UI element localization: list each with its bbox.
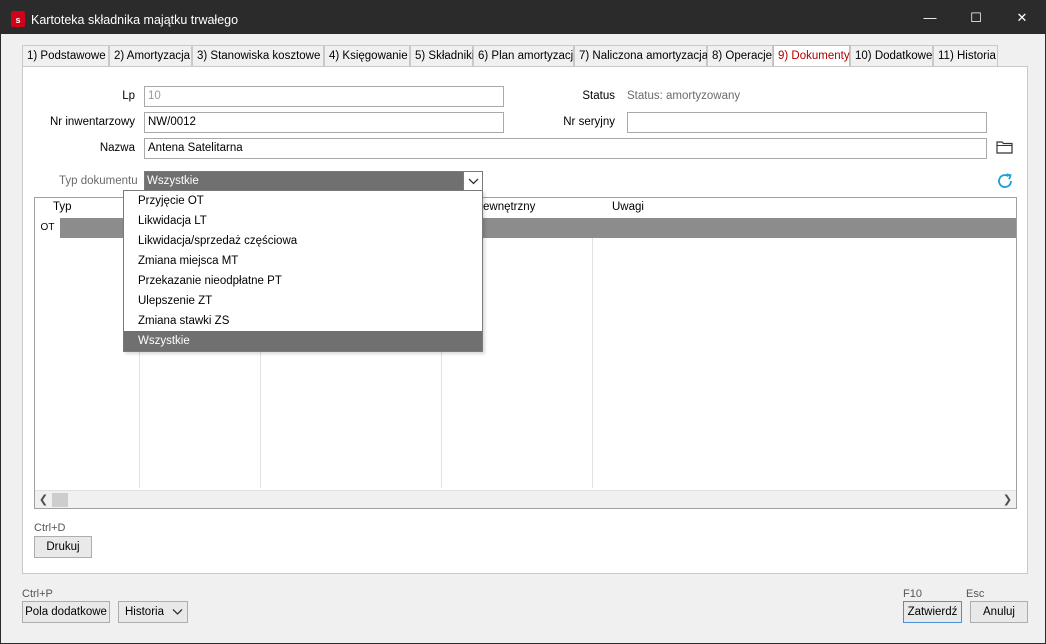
option-przyjecie-ot[interactable]: Przyjęcie OT <box>124 191 482 211</box>
historia-dropdown-button[interactable]: Historia <box>118 601 188 623</box>
column-header-zewnetrzny[interactable]: ewnętrzny <box>483 201 535 213</box>
nr-inwentarzowy-label: Nr inwentarzowy <box>50 116 135 128</box>
anuluj-button[interactable]: Anuluj <box>970 601 1028 623</box>
lp-field[interactable]: 10 <box>144 86 504 107</box>
nazwa-label: Nazwa <box>99 142 135 154</box>
title-bar: s Kartoteka składnika majątku trwałego —… <box>1 1 1045 34</box>
option-likwidacja-sprzedaz-czesciowa[interactable]: Likwidacja/sprzedaż częściowa <box>124 231 482 251</box>
option-przekazanie-nieodplatne-pt[interactable]: Przekazanie nieodpłatne PT <box>124 271 482 291</box>
tab-dodatkowe[interactable]: 10) Dodatkowe <box>850 45 933 67</box>
scroll-thumb[interactable] <box>52 493 68 507</box>
tab-operacje[interactable]: 8) Operacje <box>707 45 773 67</box>
option-ulepszenie-zt[interactable]: Ulepszenie ZT <box>124 291 482 311</box>
extra-fields-shortcut: Ctrl+P <box>22 588 53 600</box>
tab-amortyzacja[interactable]: 2) Amortyzacja <box>109 45 192 67</box>
column-header-typ[interactable]: Typ <box>53 201 72 213</box>
typ-dokumentu-dropdown: Przyjęcie OT Likwidacja LT Likwidacja/sp… <box>123 190 483 352</box>
nr-seryjny-label: Nr seryjny <box>563 116 615 128</box>
close-button[interactable]: ✕ <box>999 1 1045 34</box>
tab-ksiegowanie[interactable]: 4) Księgowanie <box>324 45 410 67</box>
horizontal-scrollbar[interactable]: ❮ ❯ <box>35 490 1016 508</box>
tab-dokumenty[interactable]: 9) Dokumenty <box>773 45 850 68</box>
confirm-shortcut: F10 <box>903 588 922 600</box>
row-header: OT <box>40 222 55 233</box>
status-value: Status: amortyzowany <box>627 90 741 102</box>
column-header-uwagi[interactable]: Uwagi <box>612 201 644 213</box>
tab-skladniki[interactable]: 5) Składniki <box>410 45 474 67</box>
app-logo-icon: s <box>11 11 25 27</box>
typ-dokumentu-value: Wszystkie <box>147 175 199 187</box>
print-shortcut: Ctrl+D <box>34 522 66 534</box>
nr-seryjny-field[interactable] <box>627 112 987 133</box>
refresh-icon[interactable] <box>995 171 1015 191</box>
chevron-down-icon <box>172 609 183 615</box>
option-likwidacja-lt[interactable]: Likwidacja LT <box>124 211 482 231</box>
status-label: Status <box>582 90 615 102</box>
tab-naliczona-amortyzacja[interactable]: 7) Naliczona amortyzacja <box>574 45 708 67</box>
zatwierdz-button[interactable]: Zatwierdź <box>903 601 962 623</box>
tab-stanowiska-kosztowe[interactable]: 3) Stanowiska kosztowe <box>192 45 324 67</box>
nr-inwentarzowy-field[interactable]: NW/0012 <box>144 112 504 133</box>
option-zmiana-stawki-zs[interactable]: Zmiana stawki ZS <box>124 311 482 331</box>
typ-dokumentu-label: Typ dokumentu <box>59 175 138 187</box>
chevron-down-icon[interactable] <box>463 172 482 190</box>
tab-plan-amortyzacji[interactable]: 6) Plan amortyzacji <box>473 45 576 67</box>
typ-dokumentu-select[interactable]: Wszystkie <box>144 171 483 191</box>
minimize-button[interactable]: — <box>907 1 953 34</box>
tab-podstawowe[interactable]: 1) Podstawowe <box>22 45 109 67</box>
folder-icon[interactable] <box>996 140 1014 154</box>
maximize-button[interactable]: ☐ <box>953 1 999 34</box>
drukuj-button[interactable]: Drukuj <box>34 536 92 558</box>
nazwa-field[interactable]: Antena Satelitarna <box>144 138 987 159</box>
lp-label: Lp <box>122 90 135 102</box>
column-divider <box>592 218 593 488</box>
option-wszystkie[interactable]: Wszystkie <box>124 331 482 351</box>
pola-dodatkowe-button[interactable]: Pola dodatkowe <box>22 601 110 623</box>
scroll-left-icon[interactable]: ❮ <box>35 491 52 509</box>
option-zmiana-miejsca-mt[interactable]: Zmiana miejsca MT <box>124 251 482 271</box>
historia-label: Historia <box>125 606 164 618</box>
cancel-shortcut: Esc <box>966 588 985 600</box>
scroll-right-icon[interactable]: ❯ <box>999 491 1016 509</box>
main-window: s Kartoteka składnika majątku trwałego —… <box>0 0 1046 644</box>
window-title: Kartoteka składnika majątku trwałego <box>31 13 239 27</box>
tab-historia[interactable]: 11) Historia <box>933 45 998 67</box>
